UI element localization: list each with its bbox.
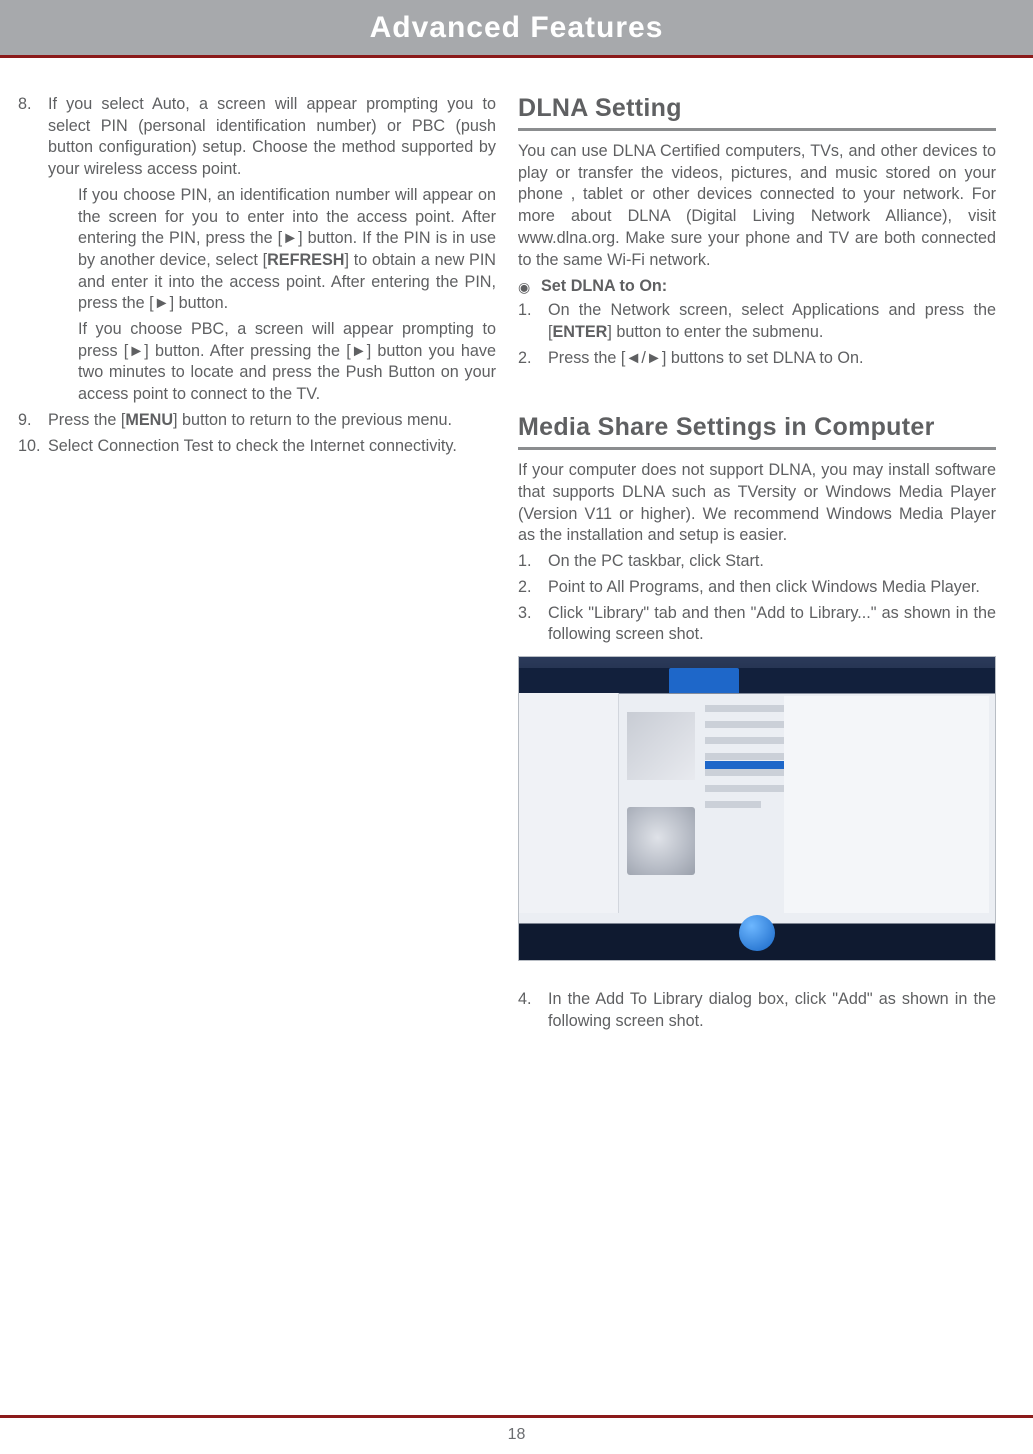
list-text: On the PC taskbar, click Start. bbox=[548, 552, 764, 570]
media-share-heading: Media Share Settings in Computer bbox=[518, 413, 996, 450]
list-number: 3. bbox=[518, 603, 546, 625]
right-column: DLNA Setting You can use DLNA Certified … bbox=[518, 94, 996, 1036]
list-text: If you select Auto, a screen will appear… bbox=[48, 95, 496, 178]
content-area: 8. If you select Auto, a screen will app… bbox=[0, 58, 1033, 1036]
list-number: 4. bbox=[518, 989, 546, 1011]
list-item: 10. Select Connection Test to check the … bbox=[18, 436, 496, 458]
page-number: 18 bbox=[0, 1426, 1033, 1444]
list-number: 9. bbox=[18, 410, 46, 432]
left-column: 8. If you select Auto, a screen will app… bbox=[18, 94, 496, 1036]
list-number: 2. bbox=[518, 577, 546, 599]
screenshot-toolbar bbox=[519, 668, 995, 693]
sub-paragraph: If you choose PIN, an identification num… bbox=[48, 185, 496, 315]
list-item: 8. If you select Auto, a screen will app… bbox=[18, 94, 496, 181]
left-ordered-list: 8. If you select Auto, a screen will app… bbox=[18, 94, 496, 181]
list-number: 8. bbox=[18, 94, 46, 116]
list-item: 9. Press the [MENU] button to return to … bbox=[18, 410, 496, 432]
left-ordered-list-cont: 9. Press the [MENU] button to return to … bbox=[18, 410, 496, 457]
list-text: Select Connection Test to check the Inte… bbox=[48, 437, 457, 455]
dlna-steps: 1. On the Network screen, select Applica… bbox=[518, 300, 996, 369]
list-item: 4. In the Add To Library dialog box, cli… bbox=[518, 989, 996, 1032]
list-text: Point to All Programs, and then click Wi… bbox=[548, 578, 980, 596]
bullet-dot-icon: ◉ bbox=[518, 277, 541, 296]
bullet-label: Set DLNA to On: bbox=[541, 277, 667, 296]
screenshot-album-art bbox=[627, 712, 695, 780]
list-number: 1. bbox=[518, 551, 546, 573]
dlna-heading: DLNA Setting bbox=[518, 94, 996, 131]
list-number: 1. bbox=[518, 300, 546, 322]
screenshot-album-art bbox=[627, 807, 695, 875]
list-item: 2. Press the [◄/►] buttons to set DLNA t… bbox=[518, 348, 996, 370]
list-text: Press the [◄/►] buttons to set DLNA to O… bbox=[548, 349, 863, 367]
wmp-screenshot bbox=[518, 656, 996, 961]
screenshot-left-pane bbox=[519, 693, 619, 913]
list-item: 1. On the PC taskbar, click Start. bbox=[518, 551, 996, 573]
page-header-title: Advanced Features bbox=[370, 11, 664, 44]
screenshot-active-tab bbox=[669, 668, 739, 693]
list-text: Click "Library" tab and then "Add to Lib… bbox=[548, 604, 996, 644]
list-number: 2. bbox=[518, 348, 546, 370]
list-text: In the Add To Library dialog box, click … bbox=[548, 990, 996, 1030]
bullet-row: ◉ Set DLNA to On: bbox=[518, 277, 996, 296]
dlna-intro: You can use DLNA Certified computers, TV… bbox=[518, 141, 996, 271]
list-text: Press the [MENU] button to return to the… bbox=[48, 411, 452, 429]
list-item: 2. Point to All Programs, and then click… bbox=[518, 577, 996, 599]
footer-rule bbox=[0, 1415, 1033, 1418]
list-item: 3. Click "Library" tab and then "Add to … bbox=[518, 603, 996, 646]
media-steps-b: 4. In the Add To Library dialog box, cli… bbox=[518, 989, 996, 1032]
media-steps-a: 1. On the PC taskbar, click Start. 2. Po… bbox=[518, 551, 996, 646]
sub-paragraph: If you choose PBC, a screen will appear … bbox=[48, 319, 496, 406]
screenshot-play-button-icon bbox=[739, 915, 775, 951]
header-band: Advanced Features bbox=[0, 0, 1033, 55]
media-share-intro: If your computer does not support DLNA, … bbox=[518, 460, 996, 547]
list-number: 10. bbox=[18, 436, 46, 458]
screenshot-right-block bbox=[784, 696, 989, 913]
list-item: 1. On the Network screen, select Applica… bbox=[518, 300, 996, 343]
list-text: On the Network screen, select Applicatio… bbox=[548, 301, 996, 341]
